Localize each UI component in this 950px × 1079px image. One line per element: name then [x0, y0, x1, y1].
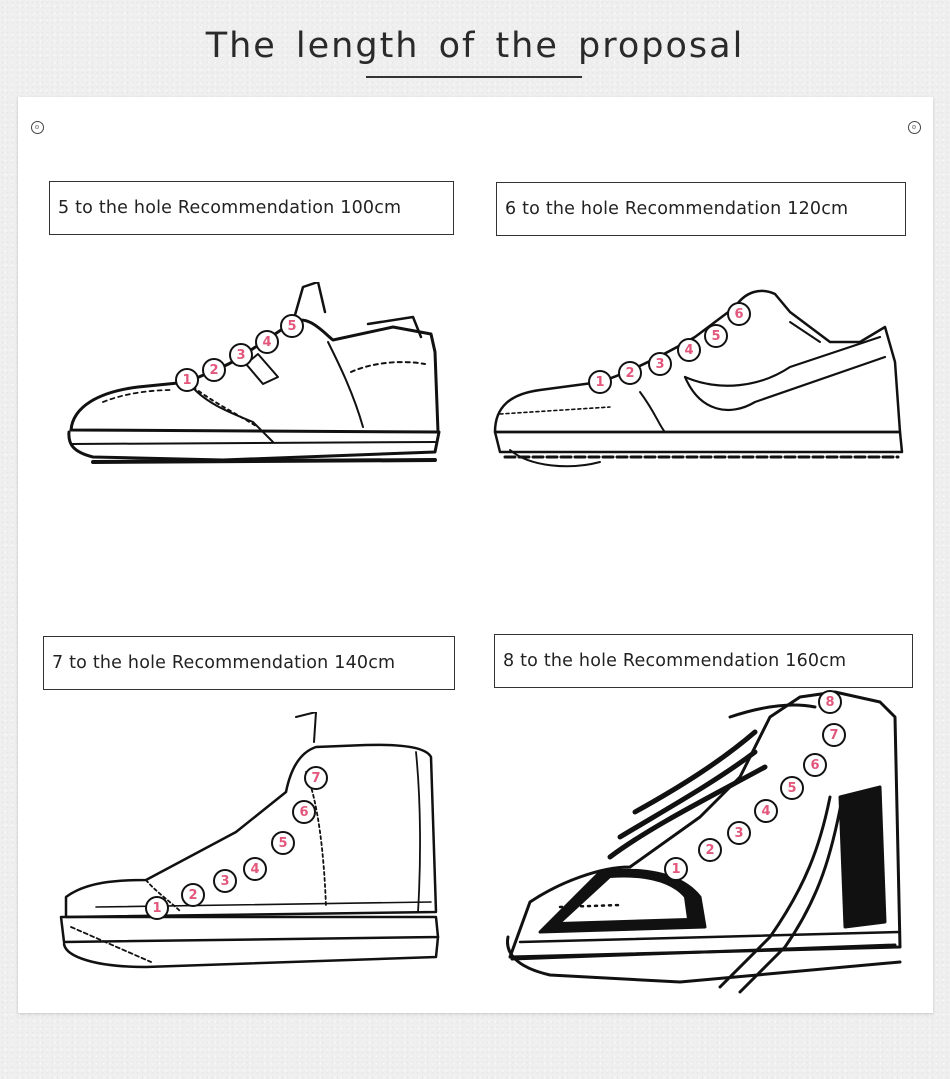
hole-marker-3: 3 [213, 869, 237, 893]
hole-marker-3: 3 [229, 343, 253, 367]
hole-marker-5: 5 [704, 324, 728, 348]
hole-marker-4: 4 [754, 799, 778, 823]
hole-marker-1: 1 [145, 896, 169, 920]
hole-marker-4: 4 [677, 338, 701, 362]
hole-marker-1: 1 [664, 857, 688, 881]
hole-marker-1: 1 [588, 370, 612, 394]
hole-marker-6: 6 [292, 800, 316, 824]
panel-label-7-holes: 7 to the hole Recommendation 140cm [43, 636, 455, 690]
hole-marker-3: 3 [648, 352, 672, 376]
page-title: The length of the proposal [205, 26, 745, 66]
pin-left-icon [31, 121, 44, 134]
panel-label-5-holes: 5 to the hole Recommendation 100cm [49, 181, 454, 235]
hole-marker-7: 7 [822, 723, 846, 747]
hole-marker-7: 7 [304, 766, 328, 790]
hole-marker-5: 5 [780, 776, 804, 800]
shoe-low-top-5-holes [63, 282, 448, 487]
pin-right-icon [908, 121, 921, 134]
hole-marker-6: 6 [803, 753, 827, 777]
diagram-board: 5 to the hole Recommendation 100cm 1 2 3… [18, 97, 933, 1013]
hole-marker-1: 1 [175, 368, 199, 392]
hole-marker-5: 5 [280, 314, 304, 338]
hole-marker-6: 6 [727, 302, 751, 326]
shoe-dunk-low-6-holes [490, 282, 905, 482]
hole-marker-3: 3 [727, 821, 751, 845]
hole-marker-2: 2 [618, 361, 642, 385]
panel-label-8-holes: 8 to the hole Recommendation 160cm [494, 634, 913, 688]
panel-label-6-holes: 6 to the hole Recommendation 120cm [496, 182, 906, 236]
shoe-high-top-7-holes [56, 712, 441, 977]
title-underline [366, 76, 582, 78]
hole-marker-4: 4 [243, 857, 267, 881]
hole-marker-4: 4 [255, 330, 279, 354]
hole-marker-5: 5 [271, 831, 295, 855]
hole-marker-8: 8 [818, 690, 842, 714]
hole-marker-2: 2 [202, 358, 226, 382]
hole-marker-2: 2 [181, 883, 205, 907]
hole-marker-2: 2 [698, 838, 722, 862]
